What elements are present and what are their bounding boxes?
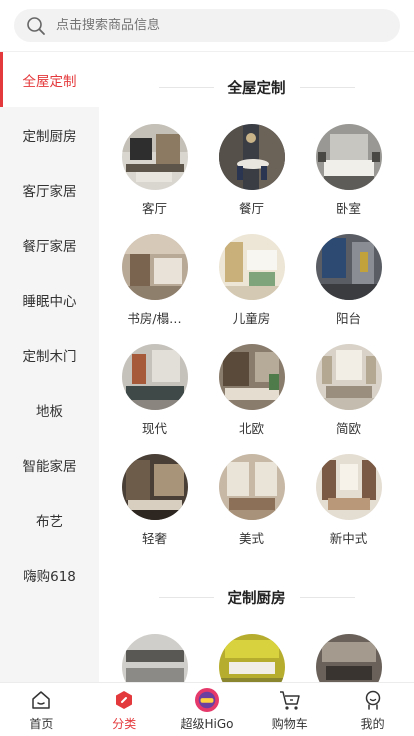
subcategory-label: 儿童房 (232, 311, 271, 326)
kitchen-photo-1 (121, 634, 188, 682)
cart-icon (278, 688, 302, 712)
sidebar-item-label: 布艺 (36, 513, 63, 530)
search-icon (27, 16, 45, 35)
section-title-text: 定制厨房 (227, 590, 286, 607)
sidebar-item-living-room[interactable]: 客厅家居 (0, 162, 99, 217)
living-room-photo (121, 124, 188, 190)
subcategory-item-balcony[interactable]: 阳台 (300, 232, 397, 342)
sidebar-item-dining-room[interactable]: 餐厅家居 (0, 217, 99, 272)
tab-profile[interactable]: 我的 (331, 683, 414, 736)
sidebar-item-sleep-center[interactable]: 睡眠中心 (0, 272, 99, 327)
subcategory-label: 新中式 (329, 531, 368, 546)
sidebar-item-smart-home[interactable]: 智能家居 (0, 437, 99, 492)
subcategory-label: 客厅 (141, 201, 167, 216)
subcategory-item-living-room[interactable]: 客厅 (106, 122, 203, 232)
subcategory-item-kitchen-2[interactable] (203, 632, 300, 682)
divider (158, 86, 214, 88)
sidebar-item-higo-618[interactable]: 嗨购618 (0, 547, 99, 602)
sidebar-item-kitchen[interactable]: 定制厨房 (0, 107, 99, 162)
subcategory-item-bedroom[interactable]: 卧室 (300, 122, 397, 232)
subcategory-label: 书房/榻… (127, 311, 182, 326)
subcategory-item-nordic[interactable]: 北欧 (203, 342, 300, 452)
sidebar-item-label: 智能家居 (22, 458, 77, 475)
nordic-style-photo (218, 344, 285, 410)
subcategory-label: 简欧 (335, 421, 361, 436)
subcategory-label: 餐厅 (238, 201, 264, 216)
tab-category[interactable]: 分类 (83, 683, 166, 736)
category-sidebar: 全屋定制 定制厨房 客厅家居 餐厅家居 睡眠中心 定制木门 地板 智能家居 布艺… (0, 52, 99, 682)
tab-label: 首页 (29, 716, 54, 731)
subcategory-grid (99, 632, 414, 682)
sidebar-item-label: 地板 (36, 403, 63, 420)
search-input[interactable] (56, 18, 376, 33)
new-chinese-style-photo (315, 454, 382, 520)
modern-style-photo (121, 344, 188, 410)
bottom-tab-bar: 首页 分类 超级HiGo 购物车 我的 (0, 682, 414, 736)
tab-label: 购物车 (271, 716, 308, 731)
subcategory-item-dining-room[interactable]: 餐厅 (203, 122, 300, 232)
search-bar[interactable] (14, 9, 400, 42)
subcategory-label: 阳台 (335, 311, 361, 326)
home-icon (29, 688, 53, 712)
section-title: 定制厨房 (99, 562, 414, 632)
profile-icon (361, 688, 385, 712)
sidebar-item-label: 睡眠中心 (22, 293, 77, 310)
section-title: 全屋定制 (99, 52, 414, 122)
balcony-photo (315, 234, 382, 300)
sidebar-item-flooring[interactable]: 地板 (0, 382, 99, 437)
american-style-photo (218, 454, 285, 520)
tab-label: 超级HiGo (180, 716, 234, 731)
tab-cart[interactable]: 购物车 (248, 683, 331, 736)
higo-logo-icon (194, 687, 219, 712)
kitchen-photo-2 (218, 634, 285, 682)
subcategory-grid: 客厅 餐厅 卧室 书房/榻… 儿童房 阳台 现代 北欧 简欧 轻奢 美式 新中式 (99, 122, 414, 562)
subcategory-item-light-luxury[interactable]: 轻奢 (106, 452, 203, 562)
light-luxury-photo (121, 454, 188, 520)
subcategory-item-simple-european[interactable]: 简欧 (300, 342, 397, 452)
category-content: 全屋定制 客厅 餐厅 卧室 书房/榻… 儿童房 阳台 现代 北欧 简欧 轻奢 美… (99, 52, 414, 682)
study-photo (121, 234, 188, 300)
subcategory-label: 北欧 (238, 421, 264, 436)
category-icon (112, 688, 136, 712)
subcategory-item-new-chinese[interactable]: 新中式 (300, 452, 397, 562)
sidebar-item-whole-house[interactable]: 全屋定制 (0, 52, 99, 107)
subcategory-label: 卧室 (335, 201, 361, 216)
simple-european-photo (315, 344, 382, 410)
divider (299, 596, 355, 598)
sidebar-item-label: 全屋定制 (22, 73, 77, 90)
kitchen-photo-3 (315, 634, 382, 682)
sidebar-item-label: 定制木门 (22, 348, 77, 365)
sidebar-item-label: 定制厨房 (22, 128, 77, 145)
sidebar-item-fabric[interactable]: 布艺 (0, 492, 99, 547)
tab-home[interactable]: 首页 (0, 683, 83, 736)
subcategory-item-study[interactable]: 书房/榻… (106, 232, 203, 342)
sidebar-item-label: 客厅家居 (22, 183, 77, 200)
subcategory-item-modern[interactable]: 现代 (106, 342, 203, 452)
bedroom-photo (315, 124, 382, 190)
subcategory-item-kitchen-3[interactable] (300, 632, 397, 682)
subcategory-label: 轻奢 (141, 531, 167, 546)
divider (299, 86, 355, 88)
section-title-text: 全屋定制 (227, 80, 286, 97)
sidebar-item-label: 餐厅家居 (22, 238, 77, 255)
kids-room-photo (218, 234, 285, 300)
tab-label: 分类 (112, 716, 137, 731)
search-header (0, 0, 414, 52)
subcategory-item-kitchen-1[interactable] (106, 632, 203, 682)
subcategory-item-american[interactable]: 美式 (203, 452, 300, 562)
tab-label: 我的 (360, 716, 385, 731)
tab-higo[interactable]: 超级HiGo (166, 683, 249, 736)
subcategory-label: 美式 (238, 531, 264, 546)
subcategory-item-kids-room[interactable]: 儿童房 (203, 232, 300, 342)
dining-room-photo (218, 124, 285, 190)
subcategory-label: 现代 (141, 421, 167, 436)
divider (158, 596, 214, 598)
sidebar-item-wooden-door[interactable]: 定制木门 (0, 327, 99, 382)
sidebar-item-label: 嗨购618 (23, 568, 76, 585)
